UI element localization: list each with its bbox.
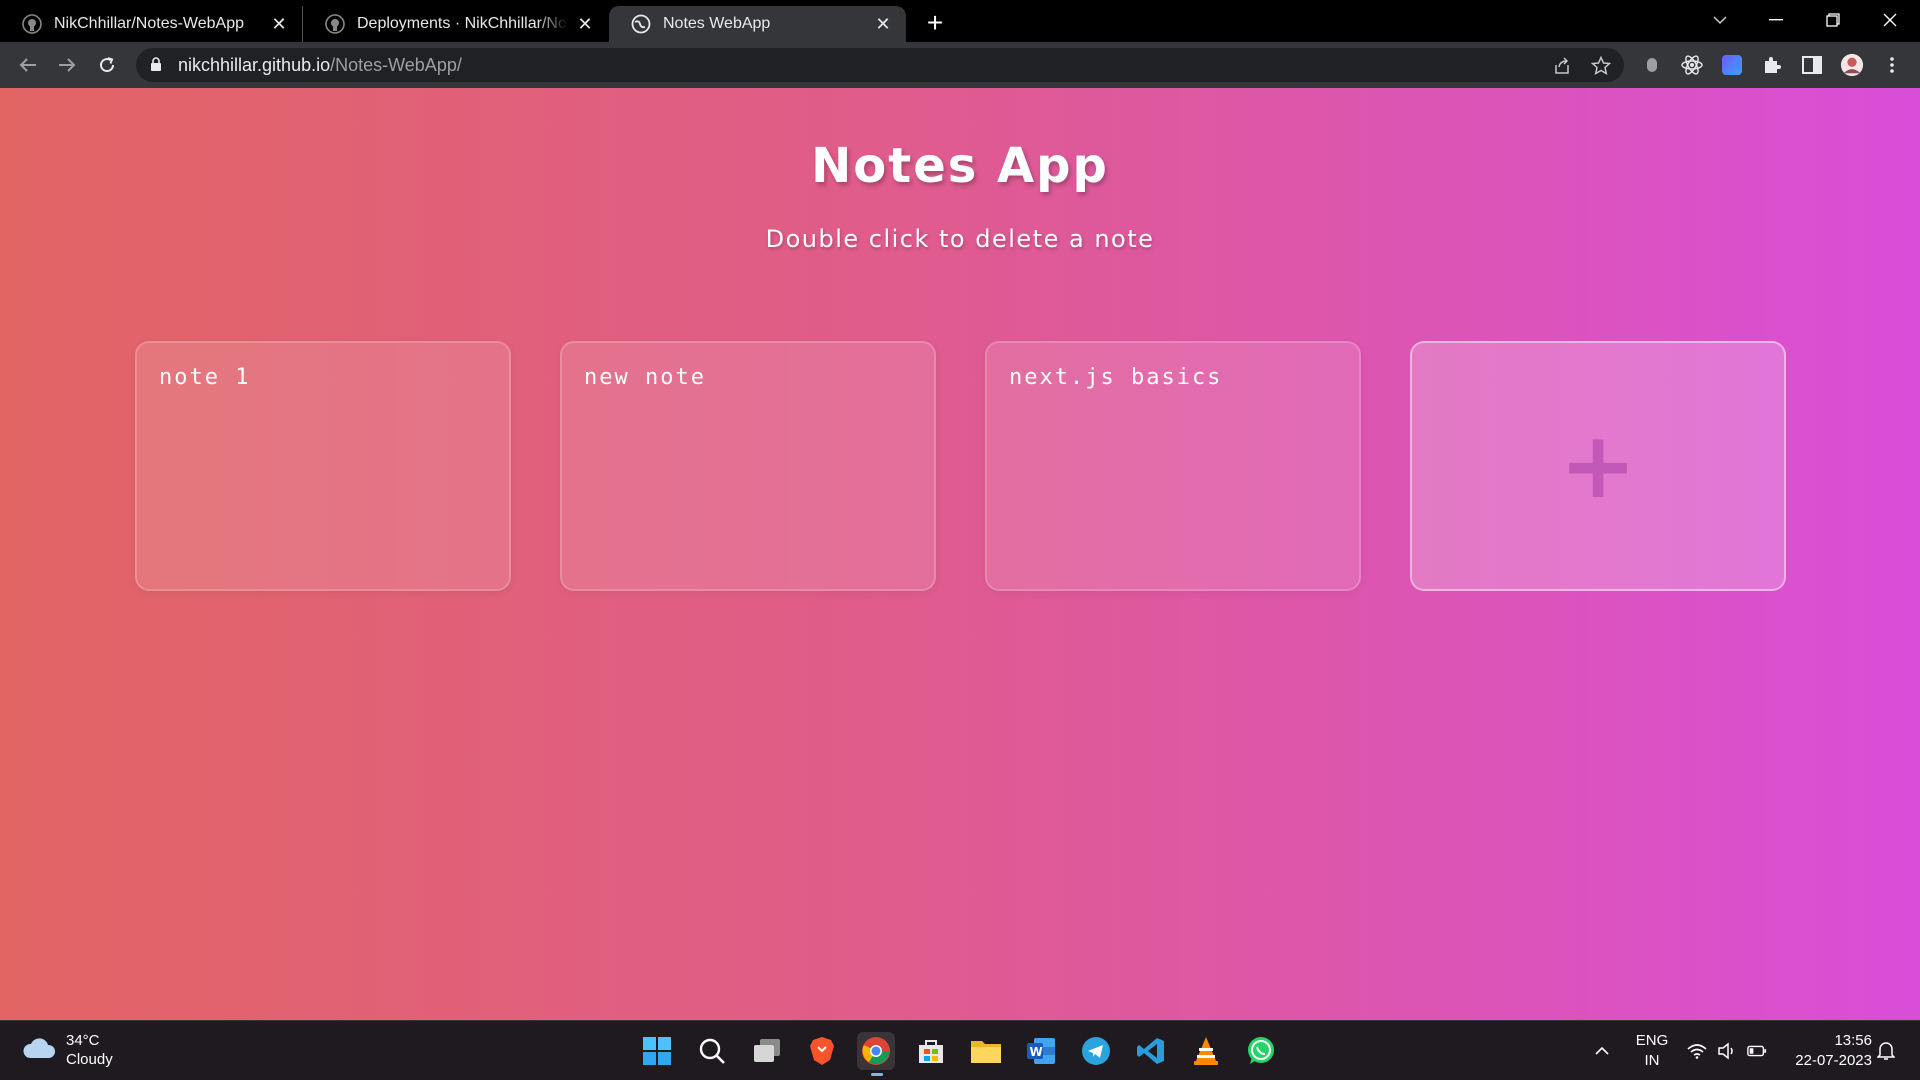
minimize-icon[interactable] [1748, 0, 1804, 40]
task-view-icon[interactable] [748, 1032, 786, 1070]
language-indicator[interactable]: ENG IN [1632, 1031, 1672, 1071]
url-text: nikchhillar.github.io/Notes-WebApp/ [178, 55, 462, 76]
tab-notes-webapp[interactable]: Notes WebApp ✕ [609, 6, 906, 42]
telegram-icon[interactable] [1077, 1032, 1115, 1070]
note-text[interactable]: next.js basics [1009, 365, 1337, 390]
windows-start-icon[interactable] [638, 1032, 676, 1070]
page-title: Notes App [811, 138, 1109, 194]
chevron-up-icon[interactable] [1592, 1041, 1612, 1061]
notes-app-page: Notes App Double click to delete a note … [0, 88, 1920, 1020]
url-host: nikchhillar.github.io [178, 55, 331, 75]
browser-tabstrip: NikChhillar/Notes-WebApp ✕ Deployments ·… [0, 0, 1920, 42]
browser-toolbar: nikchhillar.github.io/Notes-WebApp/ [0, 42, 1920, 88]
close-tab-icon[interactable]: ✕ [874, 14, 892, 34]
weather-temperature: 34°C [66, 1032, 100, 1049]
forward-arrow-icon[interactable] [51, 49, 83, 81]
restore-icon[interactable] [1805, 0, 1861, 40]
file-explorer-icon[interactable] [967, 1032, 1005, 1070]
vlc-icon[interactable] [1187, 1032, 1225, 1070]
extension-color-icon[interactable] [1720, 53, 1744, 77]
page-subtitle: Double click to delete a note [765, 225, 1155, 253]
cloud-icon [22, 1036, 56, 1065]
tab-deployments[interactable]: Deployments · NikChhillar/Notes-WebApp ✕ [302, 6, 608, 42]
svg-text:W: W [1030, 1045, 1043, 1059]
language-primary: ENG [1635, 1032, 1669, 1049]
reload-icon[interactable] [91, 49, 123, 81]
github-icon [22, 14, 42, 34]
brave-browser-icon[interactable] [803, 1032, 841, 1070]
tab-search-icon[interactable] [1692, 0, 1748, 40]
lock-icon[interactable] [150, 57, 162, 77]
language-secondary: IN [1644, 1052, 1660, 1069]
browser-menu-icon[interactable] [1880, 53, 1904, 77]
extensions-puzzle-icon[interactable] [1760, 53, 1784, 77]
note-card[interactable]: note 1 [135, 341, 511, 591]
windows-taskbar: 34°C Cloudy W ENG IN 13:56 22-07-2023 [0, 1020, 1920, 1080]
extension-mouse-icon[interactable] [1640, 53, 1664, 77]
tab-title: Deployments · NikChhillar/Notes-WebApp [357, 15, 568, 32]
weather-widget[interactable]: 34°C Cloudy [22, 1031, 113, 1069]
tab-github-repo[interactable]: NikChhillar/Notes-WebApp ✕ [0, 6, 302, 42]
word-icon[interactable]: W [1022, 1032, 1060, 1070]
clock-date: 22-07-2023 [1795, 1052, 1872, 1069]
new-tab-button[interactable]: + [920, 7, 950, 38]
bookmark-star-icon[interactable] [1591, 56, 1611, 76]
note-text[interactable]: new note [584, 365, 912, 390]
tab-title: NikChhillar/Notes-WebApp [54, 15, 244, 32]
plus-icon: + [1559, 412, 1637, 519]
clock-time: 13:56 [1834, 1032, 1872, 1049]
wifi-icon[interactable] [1687, 1041, 1707, 1061]
tab-title: Notes WebApp [663, 15, 771, 32]
microsoft-store-icon[interactable] [912, 1032, 950, 1070]
volume-icon[interactable] [1717, 1041, 1737, 1061]
close-window-icon[interactable] [1862, 0, 1918, 40]
back-arrow-icon[interactable] [12, 49, 44, 81]
share-icon[interactable] [1552, 56, 1572, 76]
search-icon[interactable] [693, 1032, 731, 1070]
profile-avatar[interactable] [1840, 53, 1864, 77]
url-path: /Notes-WebApp/ [330, 55, 462, 75]
weather-description: Cloudy [66, 1051, 113, 1068]
close-tab-icon[interactable]: ✕ [270, 14, 288, 34]
note-card[interactable]: new note [560, 341, 936, 591]
clock[interactable]: 13:56 22-07-2023 [1782, 1031, 1872, 1071]
close-tab-icon[interactable]: ✕ [576, 14, 594, 34]
note-card[interactable]: next.js basics [985, 341, 1361, 591]
address-bar[interactable]: nikchhillar.github.io/Notes-WebApp/ [136, 48, 1624, 82]
note-text[interactable]: note 1 [159, 365, 487, 390]
chrome-icon[interactable] [857, 1032, 895, 1076]
active-app-indicator [871, 1073, 883, 1076]
whatsapp-icon[interactable] [1242, 1032, 1280, 1070]
react-devtools-icon[interactable] [1680, 53, 1704, 77]
vscode-icon[interactable] [1132, 1032, 1170, 1070]
battery-icon[interactable] [1747, 1041, 1767, 1061]
add-note-button[interactable]: + [1410, 341, 1786, 591]
notification-bell-icon[interactable] [1876, 1041, 1896, 1061]
globe-icon [631, 14, 651, 34]
side-panel-icon[interactable] [1800, 53, 1824, 77]
github-icon [325, 14, 345, 34]
